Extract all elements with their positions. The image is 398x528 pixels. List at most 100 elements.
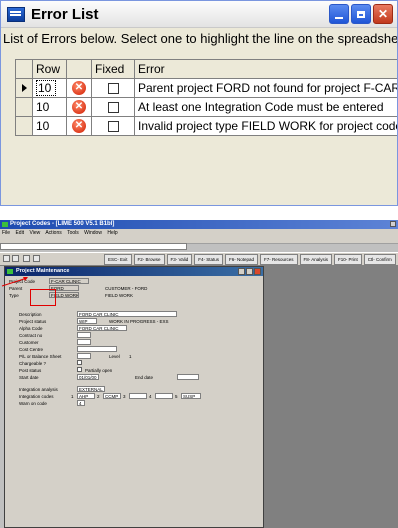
post-status-checkbox[interactable] <box>77 367 82 372</box>
maintenance-maximize-button[interactable] <box>246 268 253 275</box>
fkey-confirm[interactable]: Ctl- Confirm <box>363 254 396 265</box>
maintenance-minimize-button[interactable] <box>238 268 245 275</box>
customer-field[interactable] <box>77 339 91 345</box>
error-list-app-icon <box>7 6 25 22</box>
column-header-fixed[interactable]: Fixed <box>92 60 135 78</box>
integration-code-3-field[interactable] <box>129 393 147 399</box>
menu-window[interactable]: Window <box>84 230 102 236</box>
row-selector[interactable] <box>16 79 33 97</box>
pl-balance-field[interactable] <box>77 353 91 359</box>
fixed-checkbox[interactable] <box>107 120 119 132</box>
description-field[interactable]: FORD CAR CLINIC <box>77 311 177 317</box>
row-number-cell[interactable]: 10 <box>33 79 67 97</box>
project-code-field[interactable]: F-CAR CLINIC <box>49 278 89 284</box>
fkey-resources[interactable]: F7- Resources <box>260 254 298 265</box>
alpha-code-field[interactable]: FORD CAR CLINIC <box>77 325 127 331</box>
function-key-bar: ESC- Exit F2- Browse F3- Valid F4- Statu… <box>104 254 396 265</box>
integration-code-5-field[interactable]: SUSP <box>181 393 201 399</box>
fkey-analysis[interactable]: F8- Analysis <box>299 254 333 265</box>
app-menubar: File Edit View Actions Tools Window Help <box>0 229 398 237</box>
project-status-label: Project status <box>19 319 47 324</box>
contract-no-field[interactable] <box>77 332 91 338</box>
integration-codes-label: Integration codes <box>19 394 54 399</box>
project-maintenance-window: Project Maintenance Project Code F-CAR C… <box>4 266 264 528</box>
table-row[interactable]: 10 ✕ Parent project FORD not found for p… <box>16 79 397 98</box>
parent-description: CUSTOMER - FORD <box>105 286 148 291</box>
fixed-checkbox[interactable] <box>107 82 119 94</box>
fkey-exit[interactable]: ESC- Exit <box>104 254 132 265</box>
fkey-print[interactable]: F10- Print <box>334 254 362 265</box>
close-button[interactable]: ✕ <box>373 4 393 24</box>
maintenance-close-button[interactable] <box>254 268 261 275</box>
start-date-label: Start date <box>19 375 39 380</box>
pl-balance-label: P/L or Balance Sheet <box>19 354 62 359</box>
table-row[interactable]: 10 ✕ Invalid project type FIELD WORK for… <box>16 117 397 136</box>
row-number-cell[interactable]: 10 <box>33 117 67 135</box>
chargeable-label: Chargeable ? <box>19 361 47 366</box>
level-value: 1 <box>129 354 132 359</box>
fkey-notepad[interactable]: F6- Notepad <box>224 254 258 265</box>
fixed-cell <box>92 79 135 97</box>
warn-on-code-field[interactable]: 4 <box>77 400 85 406</box>
error-text-cell[interactable]: At least one Integration Code must be en… <box>135 98 397 116</box>
warn-on-code-label: Warn on code <box>19 401 47 406</box>
error-x-icon: ✕ <box>72 100 86 114</box>
pointer-arrow-icon <box>1 277 28 287</box>
error-text-cell[interactable]: Invalid project type FIELD WORK for proj… <box>135 117 397 135</box>
integration-code-2-field[interactable]: CCMP <box>103 393 121 399</box>
project-status-field[interactable]: WIP <box>77 318 97 324</box>
column-header-row[interactable]: Row <box>33 60 67 78</box>
project-codes-app: Project Codes - [LIME 500 V5.1 B1bl] Fil… <box>0 220 398 528</box>
mdi-background <box>264 266 398 528</box>
error-list-window: Error List ✕ List of Errors below. Selec… <box>0 0 398 206</box>
integration-code-4-field[interactable] <box>155 393 173 399</box>
menu-actions[interactable]: Actions <box>45 230 61 236</box>
fkey-valid[interactable]: F3- Valid <box>166 254 193 265</box>
type-description: FIELD WORK <box>105 293 134 298</box>
menu-tools[interactable]: Tools <box>67 230 79 236</box>
fixed-checkbox[interactable] <box>107 101 119 113</box>
project-status-description: WORK IN PROGRESS - EXS <box>109 319 169 324</box>
minimize-button[interactable] <box>329 4 349 24</box>
app-titlebar[interactable]: Project Codes - [LIME 500 V5.1 B1bl] <box>0 220 398 229</box>
column-header-icon <box>67 60 92 78</box>
fkey-status[interactable]: F4- Status <box>194 254 223 265</box>
integration-code-1-field[interactable]: AHP <box>77 393 95 399</box>
error-status-cell: ✕ <box>67 98 92 116</box>
error-list-titlebar[interactable]: Error List ✕ <box>1 1 397 28</box>
start-date-field[interactable]: 01/01/00 <box>77 374 99 380</box>
error-status-cell: ✕ <box>67 79 92 97</box>
integration-analysis-label: Integration analysis <box>19 387 58 392</box>
fkey-browse[interactable]: F2- Browse <box>133 254 165 265</box>
integration-code-2-number: 2 <box>97 394 100 399</box>
description-label: Description <box>19 312 42 317</box>
row-selector-header <box>16 60 33 78</box>
app-toolbar: ESC- Exit F2- Browse F3- Valid F4- Statu… <box>0 252 398 266</box>
post-status-value: Partially open <box>85 368 113 373</box>
error-text-cell[interactable]: Parent project FORD not found for projec… <box>135 79 397 97</box>
post-status-label: Post status <box>19 368 42 373</box>
menu-help[interactable]: Help <box>107 230 117 236</box>
customer-label: Customer <box>19 340 39 345</box>
row-selector[interactable] <box>16 117 33 135</box>
maximize-button[interactable] <box>351 4 371 24</box>
fixed-cell <box>92 117 135 135</box>
row-number: 10 <box>36 80 57 96</box>
integration-code-3-number: 3 <box>123 394 126 399</box>
row-selector[interactable] <box>16 98 33 116</box>
integration-analysis-field[interactable]: EXTERNAL <box>77 386 105 392</box>
end-date-field[interactable] <box>177 374 199 380</box>
row-number-cell[interactable]: 10 <box>33 98 67 116</box>
app-restore-button[interactable] <box>390 221 396 227</box>
current-row-pointer-icon <box>21 84 27 92</box>
cost-centre-field[interactable] <box>77 346 117 352</box>
error-grid: Row Fixed Error 10 ✕ Parent project FORD… <box>15 59 397 136</box>
maintenance-titlebar[interactable]: Project Maintenance <box>5 267 263 276</box>
error-status-cell: ✕ <box>67 117 92 135</box>
table-row[interactable]: 10 ✕ At least one Integration Code must … <box>16 98 397 117</box>
integration-code-4-number: 4 <box>149 394 152 399</box>
fixed-cell <box>92 98 135 116</box>
cost-centre-label: Cost Centre <box>19 347 44 352</box>
chargeable-checkbox[interactable] <box>77 360 82 365</box>
column-header-error[interactable]: Error <box>135 60 397 78</box>
